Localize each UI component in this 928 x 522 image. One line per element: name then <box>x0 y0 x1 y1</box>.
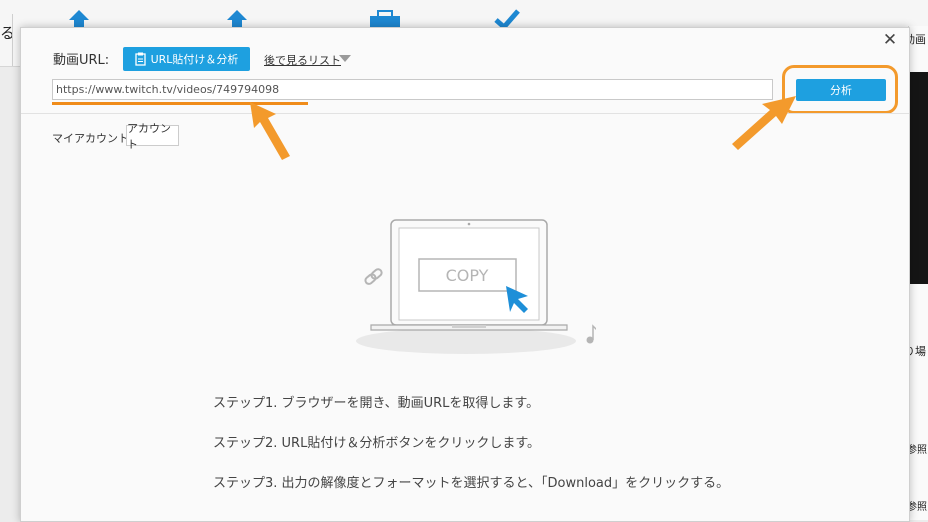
paste-and-analyze-button[interactable]: URL貼付け＆分析 <box>123 47 250 71</box>
video-url-input[interactable] <box>52 79 773 100</box>
dropdown-triangle-icon[interactable] <box>339 55 351 62</box>
background-ref-button-2[interactable]: 参照 <box>907 498 927 513</box>
laptop-shadow <box>356 328 576 354</box>
step-2: ステップ2. URL貼付け＆分析ボタンをクリックします。 <box>213 436 541 451</box>
watch-later-link[interactable]: 後で見るリスト <box>264 52 341 68</box>
background-video-preview <box>909 72 928 284</box>
music-note-icon <box>586 324 596 344</box>
copy-text: COPY <box>446 266 489 285</box>
link-icon <box>364 268 383 285</box>
copy-illustration: COPY <box>356 219 596 354</box>
video-url-label: 動画URL: <box>53 53 110 68</box>
paste-and-analyze-label: URL貼付け＆分析 <box>150 53 239 66</box>
my-account-label: マイアカウント <box>52 132 129 145</box>
account-button[interactable]: アカウント <box>126 122 179 151</box>
step-1: ステップ1. ブラウザーを開き、動画URLを取得します。 <box>213 396 540 411</box>
clipboard-icon <box>134 52 146 66</box>
step-3: ステップ3. 出力の解像度とフォーマットを選択すると、「Download」をクリ… <box>213 476 730 491</box>
analyze-annotation-arrow <box>732 96 796 150</box>
close-icon[interactable]: ✕ <box>882 32 898 49</box>
url-annotation-arrow <box>250 102 290 160</box>
background-divider <box>12 14 13 66</box>
analyze-button[interactable]: 分析 <box>796 79 886 101</box>
background-ref-button-1[interactable]: 参照 <box>907 441 927 456</box>
